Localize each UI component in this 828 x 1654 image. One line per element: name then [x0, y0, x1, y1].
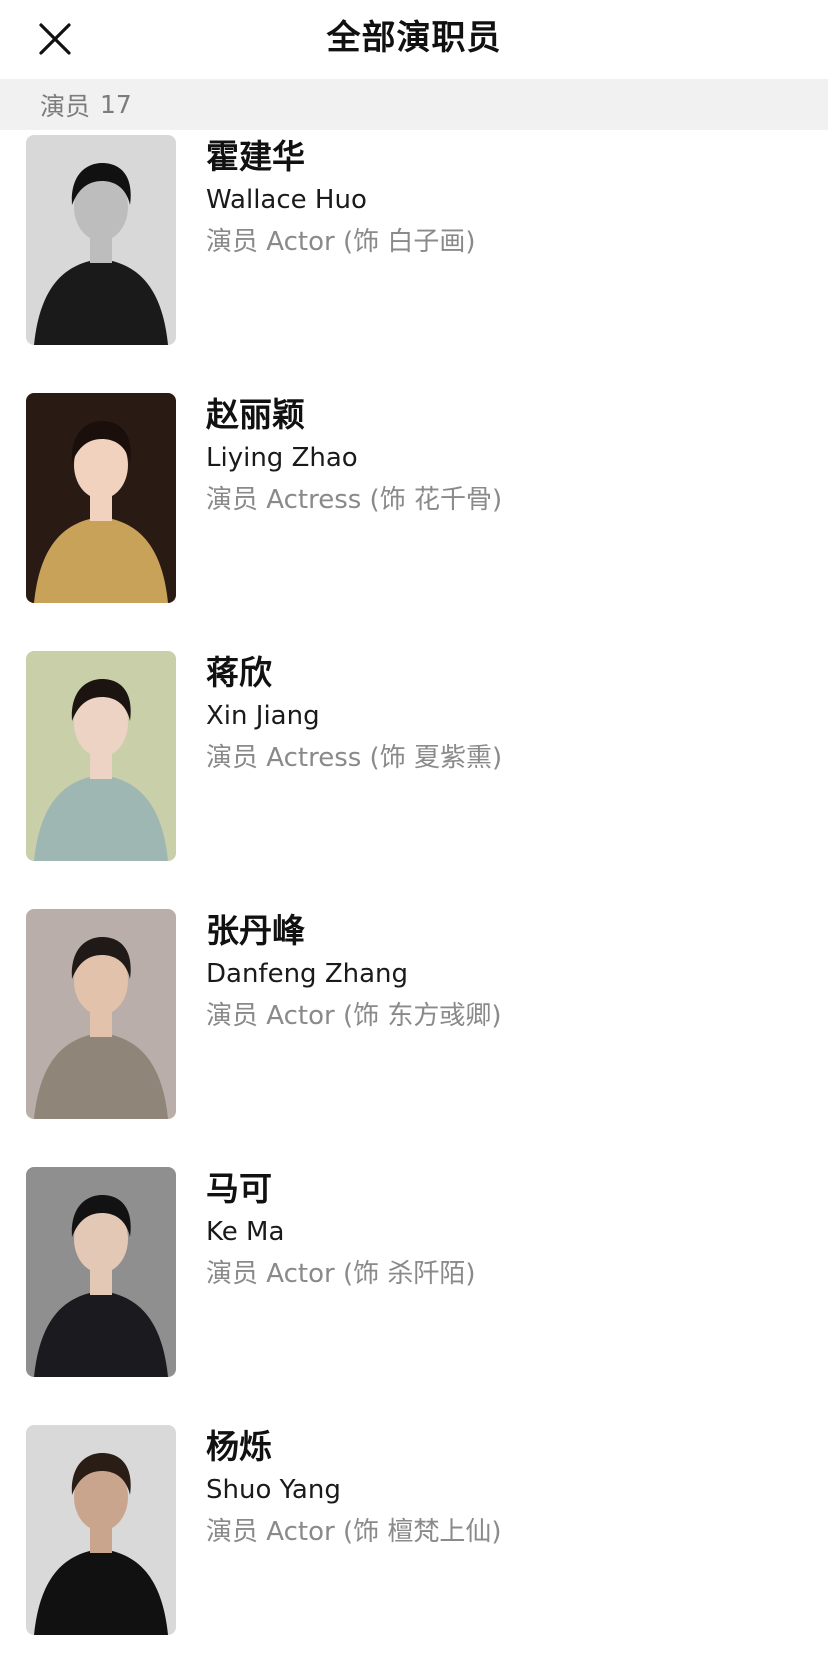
- section-count: 17: [100, 90, 132, 119]
- cast-role: 演员 Actor (饰 白子画): [206, 227, 476, 257]
- cast-info[interactable]: 赵丽颖 Liying Zhao 演员 Actress (饰 花千骨): [206, 393, 808, 517]
- cast-role: 演员 Actor (饰 檀梵上仙): [206, 1517, 502, 1547]
- cast-item[interactable]: 赵丽颖 Liying Zhao 演员 Actress (饰 花千骨): [0, 393, 828, 651]
- portrait-image: [26, 651, 176, 861]
- cast-name-chinese: 霍建华: [206, 137, 305, 176]
- cast-info[interactable]: 张丹峰 Danfeng Zhang 演员 Actor (饰 东方彧卿): [206, 909, 808, 1033]
- cast-info[interactable]: 蒋欣 Xin Jiang 演员 Actress (饰 夏紫熏): [206, 651, 808, 775]
- cast-name-english: Shuo Yang: [206, 1475, 341, 1505]
- section-label: 演员: [40, 91, 91, 121]
- cast-name-chinese: 张丹峰: [206, 911, 305, 950]
- cast-name-english: Xin Jiang: [206, 701, 320, 731]
- cast-item[interactable]: 张丹峰 Danfeng Zhang 演员 Actor (饰 东方彧卿): [0, 909, 828, 1167]
- portrait-image: [26, 135, 176, 345]
- cast-list-screen: 全部演职员 演员 17 霍建华 Wallace Huo 演员 Actor (饰 …: [0, 0, 828, 1654]
- cast-photo[interactable]: [26, 135, 176, 345]
- cast-photo[interactable]: [26, 651, 176, 861]
- cast-info[interactable]: 霍建华 Wallace Huo 演员 Actor (饰 白子画): [206, 135, 808, 259]
- cast-photo[interactable]: [26, 1167, 176, 1377]
- page-title: 全部演职员: [326, 18, 502, 58]
- cast-name-chinese: 赵丽颖: [206, 395, 305, 434]
- cast-photo[interactable]: [26, 393, 176, 603]
- section-header: 演员 17: [0, 79, 828, 130]
- cast-role: 演员 Actor (饰 东方彧卿): [206, 1001, 502, 1031]
- top-bar: 全部演职员: [0, 0, 828, 78]
- cast-name-english: Danfeng Zhang: [206, 959, 409, 989]
- cast-name-chinese: 杨烁: [206, 1427, 272, 1466]
- cast-photo[interactable]: [26, 1425, 176, 1635]
- cast-item[interactable]: 蒋欣 Xin Jiang 演员 Actress (饰 夏紫熏): [0, 651, 828, 909]
- cast-info[interactable]: 杨烁 Shuo Yang 演员 Actor (饰 檀梵上仙): [206, 1425, 808, 1549]
- cast-name-chinese: 马可: [206, 1169, 272, 1208]
- portrait-image: [26, 393, 176, 603]
- cast-role: 演员 Actress (饰 花千骨): [206, 485, 503, 515]
- cast-name-english: Wallace Huo: [206, 185, 367, 215]
- cast-info[interactable]: 马可 Ke Ma 演员 Actor (饰 杀阡陌): [206, 1167, 808, 1291]
- cast-name-english: Liying Zhao: [206, 443, 358, 473]
- cast-item[interactable]: 马可 Ke Ma 演员 Actor (饰 杀阡陌): [0, 1167, 828, 1425]
- cast-list: 霍建华 Wallace Huo 演员 Actor (饰 白子画) 赵丽颖 Liy…: [0, 135, 828, 1654]
- cast-role: 演员 Actor (饰 杀阡陌): [206, 1259, 476, 1289]
- portrait-image: [26, 1167, 176, 1377]
- portrait-image: [26, 909, 176, 1119]
- cast-item[interactable]: 霍建华 Wallace Huo 演员 Actor (饰 白子画): [0, 135, 828, 393]
- cast-photo[interactable]: [26, 909, 176, 1119]
- cast-name-english: Ke Ma: [206, 1217, 285, 1247]
- cast-name-chinese: 蒋欣: [206, 653, 272, 692]
- cast-role: 演员 Actress (饰 夏紫熏): [206, 743, 503, 773]
- cast-item[interactable]: 杨烁 Shuo Yang 演员 Actor (饰 檀梵上仙): [0, 1425, 828, 1654]
- portrait-image: [26, 1425, 176, 1635]
